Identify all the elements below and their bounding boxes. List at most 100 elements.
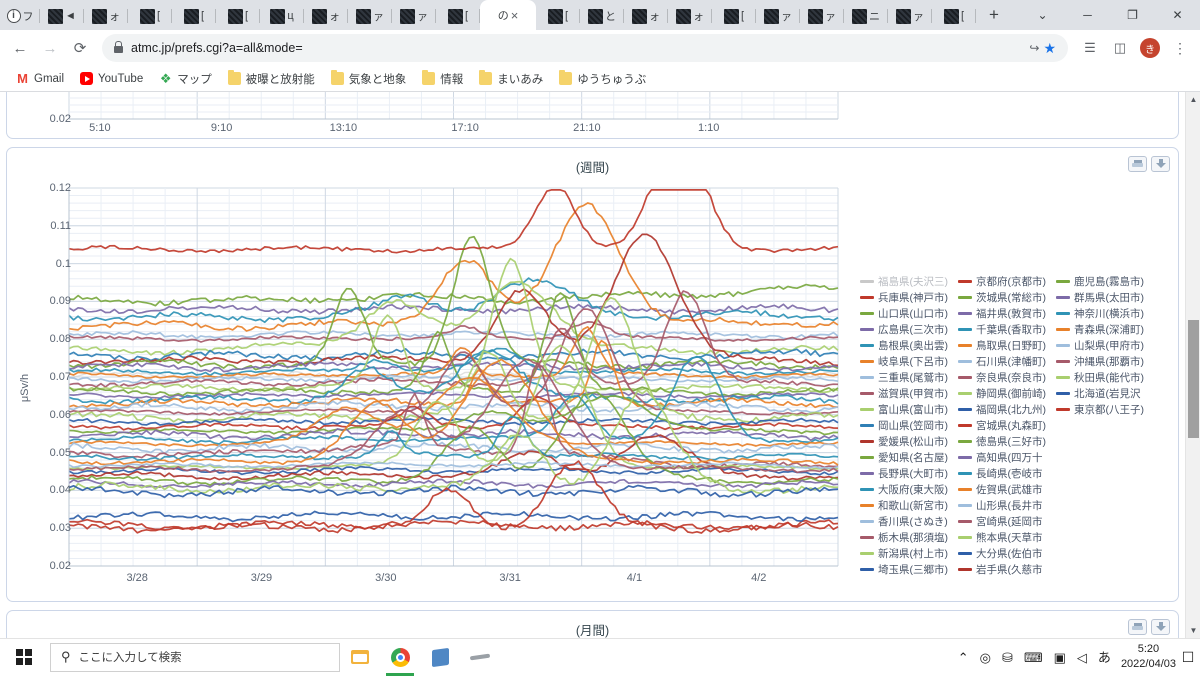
usb-icon[interactable]: ⛁	[1002, 651, 1013, 664]
legend-item[interactable]: 鹿児島(霧島市)	[1056, 273, 1144, 289]
browser-tab[interactable]: ォ	[668, 2, 712, 30]
legend-item[interactable]: 岐阜県(下呂市)	[860, 353, 948, 369]
bookmark-item[interactable]: まいあみ	[471, 69, 551, 89]
legend-item[interactable]: 山形県(長井市	[958, 497, 1046, 513]
legend-item[interactable]: 鳥取県(日野町)	[958, 337, 1046, 353]
profile-avatar[interactable]: き	[1136, 34, 1164, 62]
browser-tab[interactable]: ц	[260, 2, 304, 30]
browser-tab[interactable]: ァ	[800, 2, 844, 30]
bookmark-item[interactable]: 気象と地象	[323, 69, 415, 89]
legend-item[interactable]: 京都府(京都市)	[958, 273, 1046, 289]
taskbar-search-input[interactable]: ⚲ ここに入力して検索	[50, 642, 340, 672]
bookmark-item[interactable]: 情報	[414, 69, 471, 89]
display-icon[interactable]: ⌨	[1024, 651, 1043, 664]
legend-item[interactable]: 茨城県(常総市)	[958, 289, 1046, 305]
legend-item[interactable]: 岩手県(久慈市	[958, 561, 1046, 577]
notification-icon[interactable]: ☐	[1176, 649, 1200, 666]
reading-list-icon[interactable]: ☰	[1076, 34, 1104, 62]
legend-item[interactable]: 福岡県(北九州)	[958, 401, 1046, 417]
forward-button[interactable]: →	[36, 34, 64, 62]
legend-item[interactable]: 山口県(山口市)	[860, 305, 948, 321]
browser-tab[interactable]: [	[128, 2, 172, 30]
scrollbar-thumb[interactable]	[1188, 320, 1199, 438]
legend-item[interactable]: 愛媛県(松山市)	[860, 433, 948, 449]
legend-item[interactable]: 沖縄県(那覇市)	[1056, 353, 1144, 369]
legend-item[interactable]: 香川県(さぬき)	[860, 513, 948, 529]
legend-item[interactable]: 奈良県(奈良市)	[958, 369, 1046, 385]
chevron-up-icon[interactable]: ⌃	[958, 651, 969, 664]
browser-tab[interactable]: ァ	[348, 2, 392, 30]
legend-item[interactable]: 島根県(奥出雲)	[860, 337, 948, 353]
reload-button[interactable]: ⟳	[66, 34, 94, 62]
back-button[interactable]: ←	[6, 34, 34, 62]
browser-tab[interactable]: ォ	[304, 2, 348, 30]
browser-tab[interactable]: ァ	[888, 2, 932, 30]
legend-item[interactable]: 石川県(津幡町)	[958, 353, 1046, 369]
bookmark-item[interactable]: ゆうちゅうぶ	[551, 69, 654, 89]
print-icon[interactable]	[1128, 619, 1147, 635]
legend-item[interactable]: 兵庫県(神戸市)	[860, 289, 948, 305]
legend-item[interactable]: 大分県(佐伯市	[958, 545, 1046, 561]
close-window-button[interactable]: ✕	[1155, 0, 1200, 30]
legend-item[interactable]: 長野県(大町市)	[860, 465, 948, 481]
store-icon[interactable]	[420, 639, 460, 676]
legend-item[interactable]: 新潟県(村上市)	[860, 545, 948, 561]
browser-tab[interactable]: ◄	[40, 2, 84, 30]
legend-item[interactable]: 高知県(四万十	[958, 449, 1046, 465]
legend-item[interactable]: 徳島県(三好市)	[958, 433, 1046, 449]
browser-tab[interactable]: ニ	[844, 2, 888, 30]
legend-item[interactable]: 千葉県(香取市)	[958, 321, 1046, 337]
legend-item[interactable]: 岡山県(笠岡市)	[860, 417, 948, 433]
print-icon[interactable]	[1128, 156, 1147, 172]
browser-tab-active[interactable]: の ×	[480, 0, 536, 30]
browser-tab[interactable]: [	[536, 2, 580, 30]
page-scrollbar[interactable]: ▲ ▼	[1185, 92, 1200, 638]
browser-tab[interactable]: [	[712, 2, 756, 30]
windows-start-icon[interactable]	[0, 639, 48, 676]
legend-item[interactable]: 愛知県(名古屋)	[860, 449, 948, 465]
browser-tab[interactable]: [	[216, 2, 260, 30]
side-panel-icon[interactable]: ◫	[1106, 34, 1134, 62]
bookmark-item[interactable]: M Gmail	[8, 69, 72, 89]
download-icon[interactable]	[1151, 156, 1170, 172]
legend-item[interactable]: 宮崎県(延岡市	[958, 513, 1046, 529]
legend-item[interactable]: 広島県(三次市)	[860, 321, 948, 337]
legend-item[interactable]: 栃木県(那須塩)	[860, 529, 948, 545]
network-icon[interactable]: ▣	[1054, 651, 1066, 664]
legend-item[interactable]: 富山県(富山市)	[860, 401, 948, 417]
legend-item[interactable]: 三重県(尾鷲市)	[860, 369, 948, 385]
browser-tab[interactable]: [	[932, 2, 976, 30]
download-icon[interactable]	[1151, 619, 1170, 635]
legend-item[interactable]: 佐賀県(武雄市	[958, 481, 1046, 497]
scroll-up-arrow[interactable]: ▲	[1186, 92, 1200, 107]
volume-icon[interactable]: ◁	[1077, 651, 1087, 664]
legend-item[interactable]: 埼玉県(三郷市)	[860, 561, 948, 577]
bookmark-item[interactable]: YouTube	[72, 69, 151, 89]
file-explorer-icon[interactable]	[340, 639, 380, 676]
browser-tab[interactable]: と	[580, 2, 624, 30]
browser-tab[interactable]: ァ	[392, 2, 436, 30]
legend-item[interactable]: 福島県(夫沢三)	[860, 273, 948, 289]
legend-item[interactable]: 宮城県(丸森町)	[958, 417, 1046, 433]
browser-tab[interactable]: [	[436, 2, 480, 30]
bookmark-item[interactable]: 被曝と放射能	[220, 69, 323, 89]
new-tab-button[interactable]: +	[980, 1, 1008, 29]
legend-item[interactable]: 青森県(深浦町)	[1056, 321, 1144, 337]
legend-item[interactable]: 大阪府(東大阪)	[860, 481, 948, 497]
chrome-icon[interactable]	[380, 639, 420, 676]
legend-item[interactable]: 静岡県(御前崎)	[958, 385, 1046, 401]
legend-item[interactable]: 和歌山(新宮市)	[860, 497, 948, 513]
browser-tab[interactable]: [	[172, 2, 216, 30]
close-icon[interactable]: ×	[511, 9, 519, 22]
share-icon[interactable]: ↪	[1029, 41, 1039, 55]
browser-tab[interactable]: ァ	[756, 2, 800, 30]
legend-item[interactable]: 熊本県(天草市	[958, 529, 1046, 545]
address-bar[interactable]: atmc.jp/prefs.cgi?a=all&mode= ↪ ★	[102, 34, 1068, 62]
taskbar-clock[interactable]: 5:20 2022/04/03	[1121, 642, 1176, 672]
pen-icon[interactable]	[460, 639, 500, 676]
browser-tab[interactable]: ォ	[84, 2, 128, 30]
legend-item[interactable]: 山梨県(甲府市)	[1056, 337, 1144, 353]
minimize-button[interactable]: ─	[1065, 0, 1110, 30]
legend-item[interactable]: 福井県(敦賀市)	[958, 305, 1046, 321]
maximize-button[interactable]: ❐	[1110, 0, 1155, 30]
